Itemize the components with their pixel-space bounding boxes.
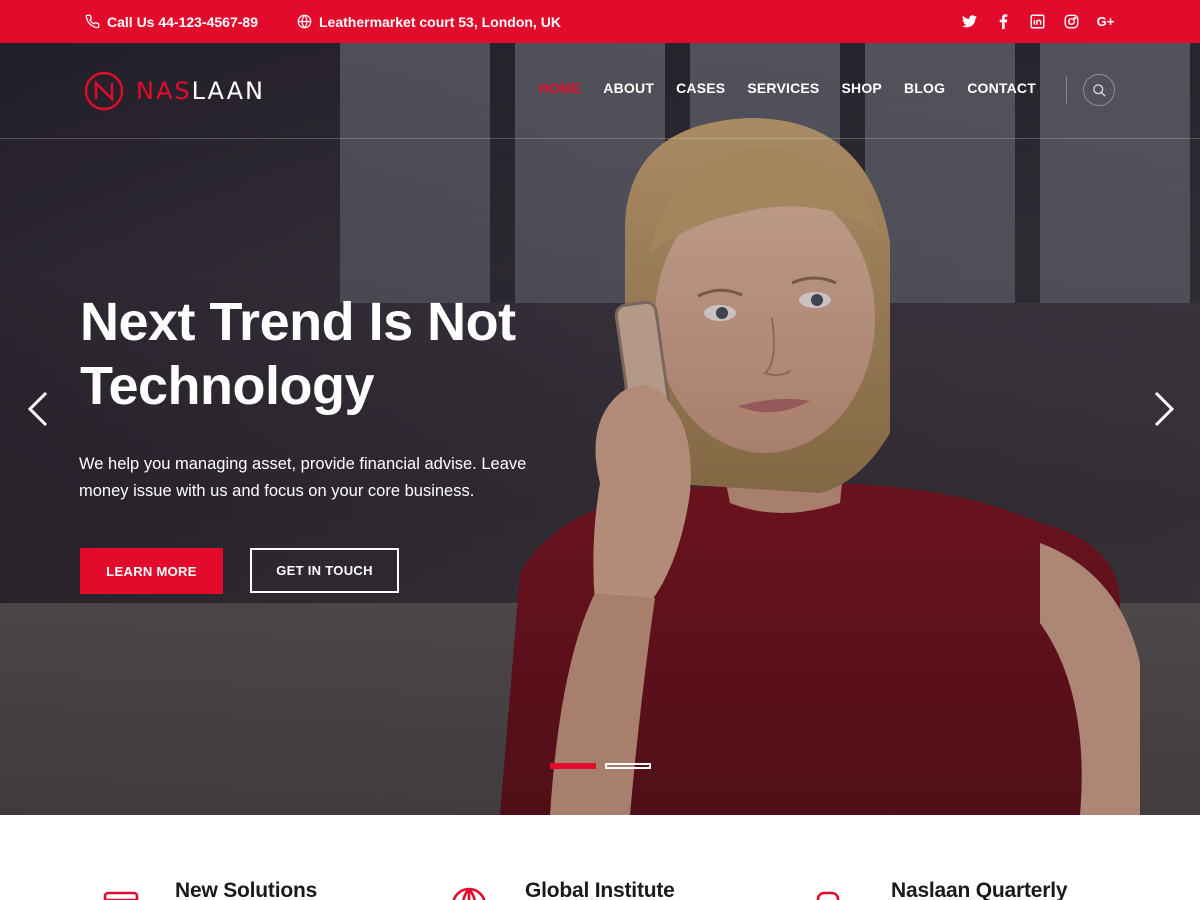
linkedin-icon[interactable] <box>1029 13 1046 30</box>
logo-icon <box>84 71 124 111</box>
chevron-right-icon <box>1154 391 1175 427</box>
prev-slide-arrow[interactable] <box>26 389 50 429</box>
hero-subtext: We help you managing asset, provide fina… <box>79 455 527 500</box>
chevron-left-icon <box>27 391 48 427</box>
nav-divider <box>1066 76 1067 104</box>
feature-title: Global Institute <box>525 879 675 900</box>
get-in-touch-button[interactable]: GET IN TOUCH <box>250 548 399 593</box>
feature-item: Naslaan Quarterly <box>815 879 1068 900</box>
hero-headline: Next Trend Is Not Technology <box>80 290 640 418</box>
main-nav: HOME ABOUT CASES SERVICES SHOP BLOG CONT… <box>538 80 1036 96</box>
feature-item: New Solutions <box>103 879 317 900</box>
google-plus-icon[interactable]: G+ <box>1096 13 1115 30</box>
nav-services[interactable]: SERVICES <box>747 80 819 96</box>
header-divider <box>0 138 1200 139</box>
headline-line-1: Next Trend Is Not <box>80 292 516 352</box>
feature-title: New Solutions <box>175 879 318 900</box>
feature-title: Naslaan Quarterly <box>891 879 1068 900</box>
globe-icon <box>452 887 486 900</box>
nav-blog[interactable]: BLOG <box>904 80 945 96</box>
slider-pagination <box>550 763 651 769</box>
feature-item: Global Institute <box>451 879 675 900</box>
nav-about[interactable]: ABOUT <box>603 80 654 96</box>
nav-shop[interactable]: SHOP <box>841 80 881 96</box>
headline-line-2: Technology <box>80 356 375 416</box>
search-icon <box>1092 83 1106 97</box>
address-contact: Leathermarket court 53, London, UK <box>297 0 561 43</box>
top-bar: Call Us 44-123-4567-89 Leathermarket cou… <box>0 0 1200 43</box>
nav-contact[interactable]: CONTACT <box>967 80 1036 96</box>
learn-more-button[interactable]: LEARN MORE <box>80 548 223 594</box>
slide-dot-2[interactable] <box>605 763 651 769</box>
nav-cases[interactable]: CASES <box>676 80 725 96</box>
phone-text: Call Us 44-123-4567-89 <box>107 13 258 30</box>
features-section: New Solutions Global Institute Naslaan Q… <box>0 815 1200 900</box>
twitter-icon[interactable] <box>961 13 978 30</box>
google-plus-label: G+ <box>1096 14 1115 29</box>
instagram-icon[interactable] <box>1063 13 1080 30</box>
globe-small-icon <box>297 14 312 29</box>
logo-text: NASLAAN <box>136 77 265 105</box>
social-links: G+ <box>961 0 1114 43</box>
slide-dot-1[interactable] <box>550 763 596 769</box>
logo[interactable]: NASLAAN <box>84 71 265 111</box>
card-icon <box>103 891 139 900</box>
phone-icon <box>85 14 100 29</box>
facebook-icon[interactable] <box>995 13 1012 30</box>
nav-home[interactable]: HOME <box>538 80 581 96</box>
hero-slider: NASLAAN HOME ABOUT CASES SERVICES SHOP B… <box>0 43 1200 815</box>
chat-icon <box>816 891 840 900</box>
phone-contact[interactable]: Call Us 44-123-4567-89 <box>85 0 258 43</box>
next-slide-arrow[interactable] <box>1152 389 1176 429</box>
address-text: Leathermarket court 53, London, UK <box>319 13 561 30</box>
search-button[interactable] <box>1083 74 1115 106</box>
hero-overlay <box>0 43 1200 815</box>
